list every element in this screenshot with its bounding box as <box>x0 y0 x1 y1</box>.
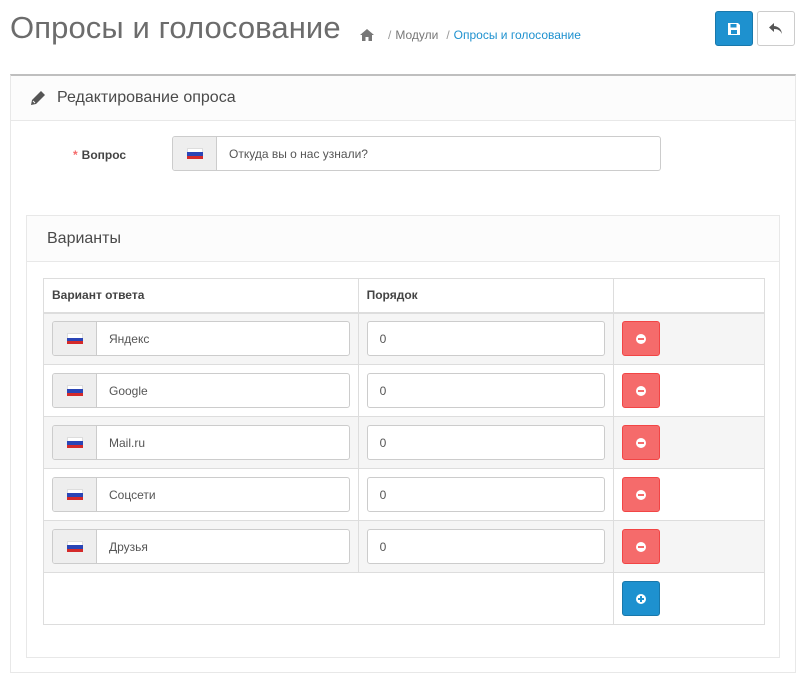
variants-table: Вариант ответа Порядок Яндекс 0 Google 0 <box>42 278 765 625</box>
russian-flag-icon <box>66 489 83 500</box>
minus-circle-icon <box>636 489 647 500</box>
column-header-answer: Вариант ответа <box>43 278 359 314</box>
order-input[interactable]: 0 <box>366 321 606 357</box>
required-mark: * <box>73 148 78 162</box>
russian-flag-icon <box>66 385 83 396</box>
russian-flag-icon <box>66 437 83 448</box>
remove-button[interactable] <box>622 529 661 564</box>
variants-panel: Варианты Вариант ответа Порядок Яндекс 0… <box>26 215 780 658</box>
breadcrumb-separator: / <box>388 28 392 42</box>
table-row: Яндекс 0 <box>43 312 765 365</box>
russian-flag-icon <box>66 541 83 552</box>
question-label: * Вопрос <box>73 148 126 162</box>
pencil-icon <box>31 91 45 105</box>
question-input[interactable]: Откуда вы о нас узнали? <box>217 137 660 170</box>
breadcrumb-modules[interactable]: Модули <box>395 28 438 42</box>
answer-input[interactable]: Яндекс <box>97 322 349 355</box>
answer-field[interactable]: Соцсети <box>52 477 350 512</box>
remove-button[interactable] <box>622 373 661 408</box>
minus-circle-icon <box>636 385 647 396</box>
language-addon <box>53 426 97 459</box>
answer-input[interactable]: Mail.ru <box>97 426 349 459</box>
order-input[interactable]: 0 <box>366 529 606 564</box>
russian-flag-icon <box>66 333 83 345</box>
question-field[interactable]: Откуда вы о нас узнали? <box>172 136 661 171</box>
breadcrumb-separator: / <box>446 28 450 42</box>
add-variant-button[interactable] <box>622 581 661 616</box>
answer-input[interactable]: Google <box>97 374 349 407</box>
minus-circle-icon <box>636 541 647 552</box>
language-addon <box>173 137 217 170</box>
question-label-text: Вопрос <box>81 148 127 162</box>
column-header-actions <box>613 278 765 314</box>
breadcrumb-polls[interactable]: Опросы и голосование <box>454 28 581 42</box>
panel-title: Редактирование опроса <box>57 89 236 106</box>
question-row: * Вопрос Откуда вы о нас узнали? <box>11 136 795 172</box>
variants-title: Варианты <box>27 216 779 262</box>
russian-flag-icon <box>186 148 203 159</box>
minus-circle-icon <box>636 437 647 448</box>
language-addon <box>53 322 97 356</box>
home-icon[interactable] <box>360 29 374 41</box>
table-row: Друзья 0 <box>43 520 765 573</box>
page-title: Опросы и голосование <box>10 10 341 45</box>
remove-button[interactable] <box>622 477 661 512</box>
reply-arrow-icon <box>769 22 782 34</box>
order-input[interactable]: 0 <box>366 373 606 408</box>
table-row: Соцсети 0 <box>43 468 765 521</box>
answer-field[interactable]: Google <box>52 373 350 408</box>
language-addon <box>53 478 97 511</box>
table-footer-row <box>42 572 765 625</box>
answer-field[interactable]: Mail.ru <box>52 425 350 460</box>
column-header-order: Порядок <box>357 278 615 314</box>
page-header: Опросы и голосование / Модули / Опросы и… <box>0 0 808 62</box>
back-button[interactable] <box>757 11 795 46</box>
plus-circle-icon <box>636 593 647 604</box>
language-addon <box>53 374 97 407</box>
table-row: Mail.ru 0 <box>43 416 765 469</box>
answer-field[interactable]: Яндекс <box>52 321 350 357</box>
remove-button[interactable] <box>622 321 661 357</box>
minus-circle-icon <box>636 333 647 344</box>
answer-input[interactable]: Друзья <box>97 530 349 563</box>
save-button[interactable] <box>715 11 753 46</box>
floppy-disk-icon <box>728 22 740 35</box>
breadcrumb: / Модули / Опросы и голосование <box>360 28 581 42</box>
answer-input[interactable]: Соцсети <box>97 478 349 511</box>
remove-button[interactable] <box>622 425 661 460</box>
order-input[interactable]: 0 <box>366 477 606 512</box>
table-row: Google 0 <box>43 364 765 417</box>
edit-poll-panel: Редактирование опроса * Вопрос Откуда вы … <box>10 74 796 673</box>
empty-cell <box>42 572 615 625</box>
answer-field[interactable]: Друзья <box>52 529 350 564</box>
order-input[interactable]: 0 <box>366 425 606 460</box>
language-addon <box>53 530 97 563</box>
panel-heading: Редактирование опроса <box>11 76 795 121</box>
